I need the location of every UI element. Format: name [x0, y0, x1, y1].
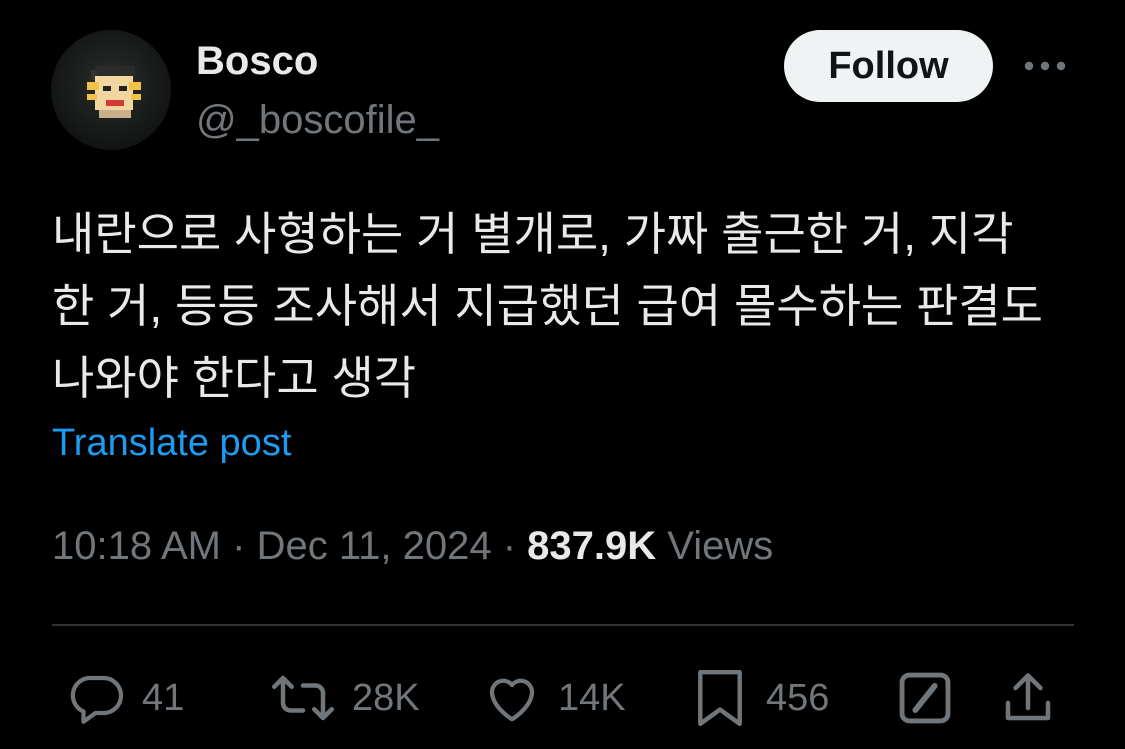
post-meta: 10:18 AM · Dec 11, 2024 · 837.9K Views	[52, 521, 773, 571]
post-text: 내란으로 사형하는 거 별개로, 가짜 출근한 거, 지각 한 거, 등등 조사…	[52, 208, 1043, 404]
repost-arrows-icon	[272, 675, 334, 721]
translate-post-link[interactable]: Translate post	[52, 420, 291, 466]
follow-button[interactable]: Follow	[784, 30, 993, 102]
repost-button[interactable]: 28K	[270, 668, 420, 728]
author-handle[interactable]: @_boscofile_	[196, 97, 439, 143]
like-button[interactable]: 14K	[482, 668, 626, 728]
avatar[interactable]	[51, 30, 171, 150]
share-upload-icon	[1005, 673, 1051, 721]
bookmark-button[interactable]: 456	[690, 668, 829, 728]
bookmark-count: 456	[766, 676, 830, 719]
meta-separator: ·	[502, 524, 517, 568]
post-time[interactable]: 10:18 AM	[52, 524, 221, 568]
reply-button[interactable]: 41	[66, 668, 184, 728]
post-detail: Bosco @_boscofile_ Follow 내란으로 사형하는 거 별개…	[0, 0, 1125, 749]
divider	[52, 624, 1074, 626]
more-options-button[interactable]	[1018, 48, 1072, 84]
share-button[interactable]	[998, 668, 1058, 728]
author-display-name[interactable]: Bosco	[196, 38, 318, 84]
avatar-image	[87, 66, 141, 118]
reply-count: 41	[142, 676, 185, 719]
grok-slash-box-icon	[899, 672, 951, 724]
repost-count: 28K	[352, 676, 420, 719]
post-date[interactable]: Dec 11, 2024	[257, 524, 492, 568]
heart-icon	[489, 678, 535, 722]
like-count: 14K	[558, 676, 626, 719]
bookmark-icon	[698, 669, 742, 727]
meta-separator: ·	[232, 524, 246, 568]
grok-button[interactable]	[896, 668, 954, 728]
views-label: Views	[667, 524, 774, 568]
views-count: 837.9K	[527, 524, 657, 568]
more-dots-icon	[1024, 61, 1066, 71]
reply-bubble-icon	[70, 675, 124, 724]
